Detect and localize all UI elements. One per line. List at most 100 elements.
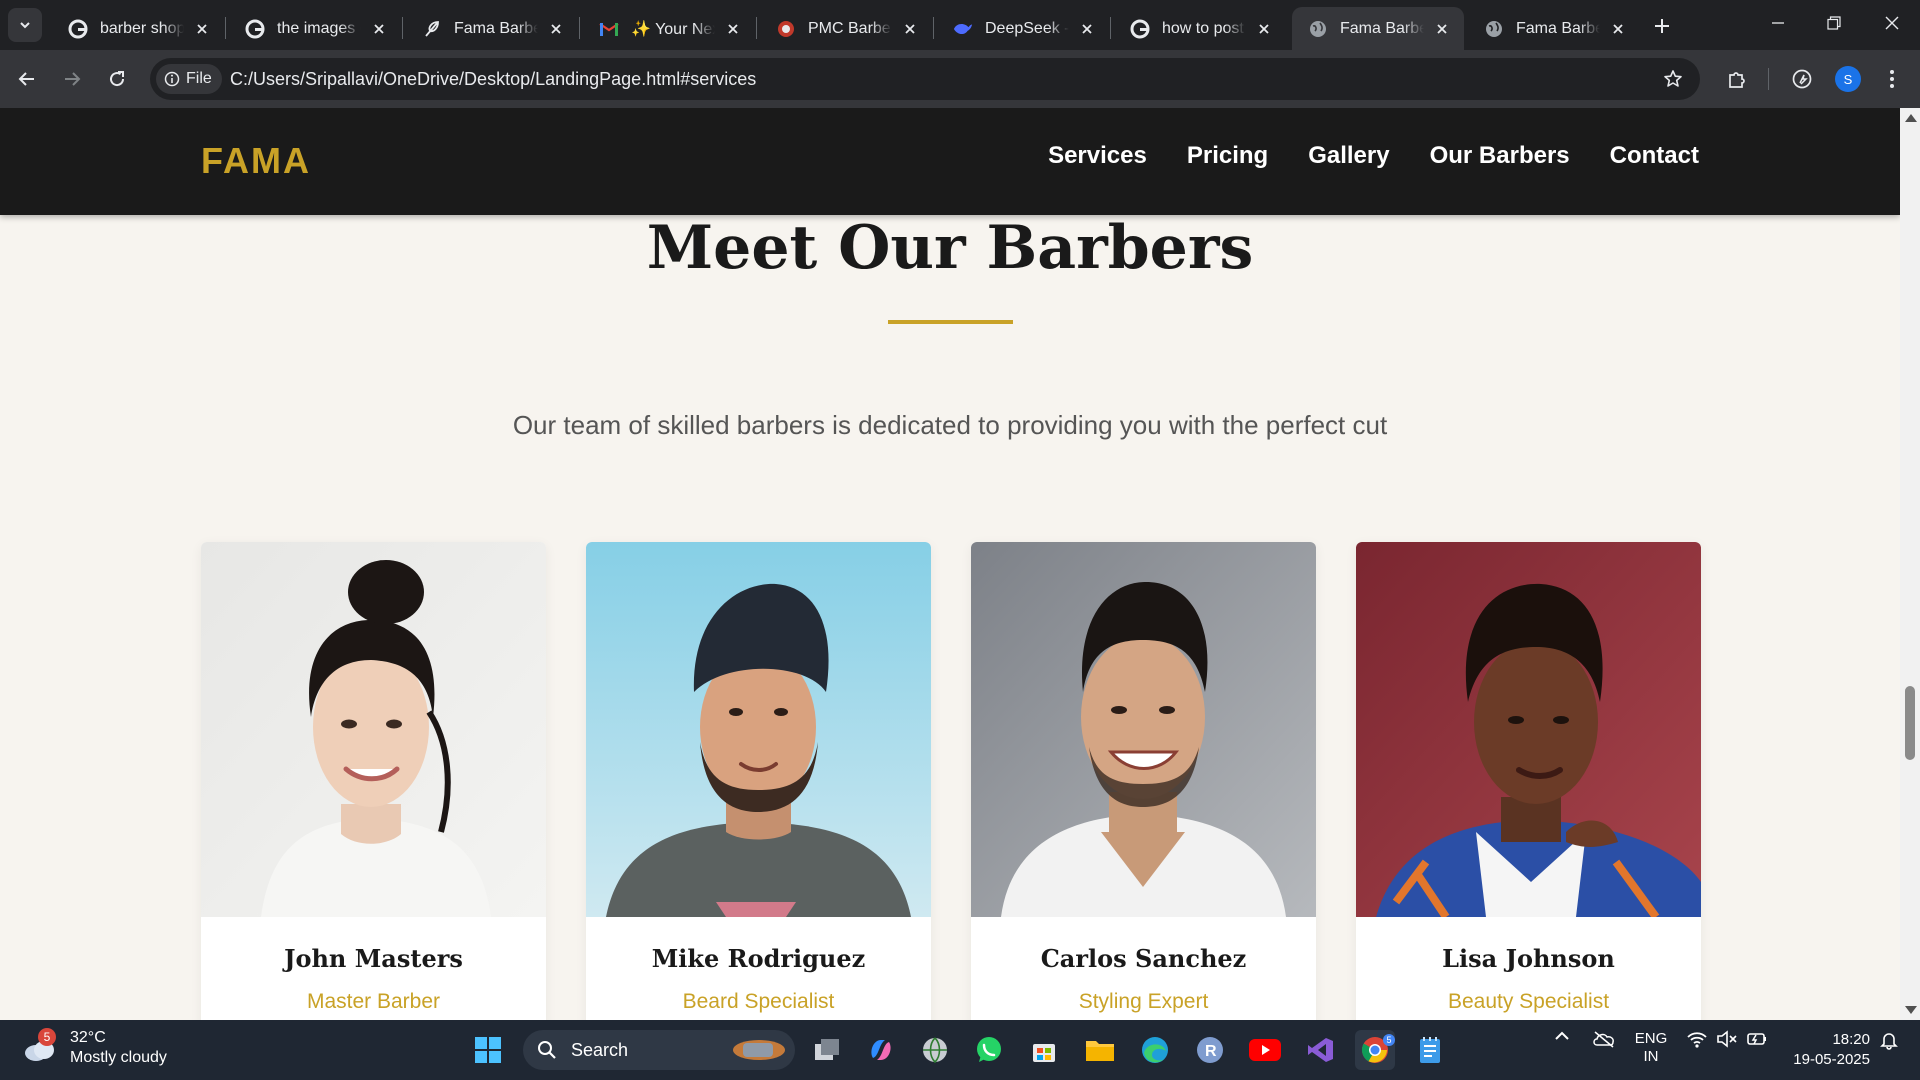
tab[interactable]: DeepSeek - In [937,7,1109,50]
feather-icon [422,19,442,39]
profile-avatar[interactable]: S [1835,66,1861,92]
notifications-button[interactable] [1874,1030,1904,1050]
tab-active[interactable]: Fama Barber [1292,7,1464,50]
barber-photo [201,542,546,917]
performance-button[interactable] [1786,63,1818,95]
deepseek-icon [953,19,973,39]
visual-studio-icon [1308,1038,1333,1062]
tab-title: how to post r [1162,19,1246,37]
barber-card: John Masters Master Barber [201,542,546,1020]
barber-role: Beauty Specialist [1447,990,1610,1013]
site-info-label: File [186,70,212,87]
close-icon[interactable] [1432,19,1452,39]
start-button[interactable] [468,1030,508,1070]
new-tab-button[interactable] [1648,12,1676,40]
site-logo[interactable]: FAMA [201,140,311,182]
tab[interactable]: Fama Barber [1468,7,1640,50]
weather-widget[interactable]: 5 32°C Mostly cloudy [22,1028,167,1068]
nav-link-our-barbers[interactable]: Our Barbers [1430,142,1570,170]
close-icon[interactable] [192,19,212,39]
chrome-app[interactable]: 5 [1355,1030,1395,1070]
forward-button[interactable] [54,61,90,97]
scroll-down-arrow-icon[interactable] [1905,1006,1917,1014]
barber-role: Beard Specialist [682,990,835,1013]
browser-toolbar: File C:/Users/Sripallavi/OneDrive/Deskto… [0,50,1920,108]
copilot-icon [871,1040,891,1060]
whatsapp-app[interactable] [969,1030,1009,1070]
tab-title: PMC Barbershi [808,19,892,37]
tab-separator [225,17,226,39]
language-indicator[interactable]: ENG IN [1628,1030,1674,1066]
extensions-button[interactable] [1721,63,1753,95]
tab[interactable]: how to post r [1114,7,1286,50]
task-view-icon [815,1039,839,1060]
volume-muted-icon [1717,1030,1737,1048]
quick-settings-button[interactable] [1682,1030,1772,1048]
taskbar-clock[interactable]: 18:20 19-05-2025 [1780,1030,1870,1070]
toolbar-separator [1768,68,1769,90]
nav-link-contact[interactable]: Contact [1610,142,1699,170]
file-explorer-app[interactable] [1080,1030,1120,1070]
clock-time: 18:20 [1832,1031,1870,1048]
onedrive-button[interactable] [1588,1030,1620,1048]
address-bar[interactable]: File C:/Users/Sripallavi/OneDrive/Deskto… [150,58,1700,100]
close-icon[interactable] [369,19,389,39]
tab-title: Fama Barber [1516,19,1600,37]
r-app[interactable]: R [1190,1030,1230,1070]
reload-icon [110,71,125,87]
reload-button[interactable] [99,61,135,97]
notepad-app[interactable] [1410,1030,1450,1070]
restore-button[interactable] [1806,0,1862,46]
edge-app[interactable] [1135,1030,1175,1070]
tab[interactable]: PMC Barbershi [760,7,932,50]
speed-icon [1792,69,1812,89]
google-icon [1130,19,1150,39]
google-icon [245,19,265,39]
nav-link-services[interactable]: Services [1048,142,1147,170]
copilot-app[interactable] [861,1030,901,1070]
taskbar-search[interactable]: Search [523,1030,795,1070]
close-icon[interactable] [900,19,920,39]
tab[interactable]: the images of [229,7,401,50]
windows-taskbar: 5 32°C Mostly cloudy Search R 5 ENG IN 1… [0,1020,1920,1080]
tab[interactable]: Fama Barber S [406,7,578,50]
scrollbar-thumb[interactable] [1905,686,1915,760]
close-icon[interactable] [1077,19,1097,39]
tab-separator [933,17,934,39]
plus-icon [1655,19,1669,33]
tab[interactable]: barber shop p [52,7,224,50]
close-icon[interactable] [723,19,743,39]
nav-link-pricing[interactable]: Pricing [1187,142,1268,170]
visual-studio-app[interactable] [1300,1030,1340,1070]
close-icon[interactable] [1608,19,1628,39]
notepad-icon [1420,1037,1440,1063]
barber-photo [971,542,1316,917]
url-text[interactable]: C:/Users/Sripallavi/OneDrive/Desktop/Lan… [230,58,756,100]
back-button[interactable] [9,61,45,97]
task-view-button[interactable] [807,1030,847,1070]
pinned-app[interactable] [915,1030,955,1070]
show-hidden-icons-button[interactable] [1548,1030,1576,1042]
tab-title: the images of [277,19,361,37]
close-icon[interactable] [546,19,566,39]
page-viewport: FAMA Services Pricing Gallery Our Barber… [0,108,1900,1020]
bookmark-button[interactable] [1660,66,1686,92]
page-scrollbar[interactable] [1900,108,1920,1020]
scroll-up-arrow-icon[interactable] [1905,114,1917,122]
bell-icon [1880,1033,1898,1050]
store-app[interactable] [1024,1030,1064,1070]
youtube-app[interactable] [1245,1030,1285,1070]
nav-link-gallery[interactable]: Gallery [1308,142,1389,170]
chevron-up-icon [1555,1031,1569,1040]
close-window-button[interactable] [1864,0,1920,46]
barber-role: Styling Expert [1078,990,1209,1013]
globe-app-icon [923,1037,947,1064]
menu-button[interactable] [1876,63,1908,95]
site-info-chip[interactable]: File [156,64,222,94]
barber-name: John Masters [284,944,463,973]
minimize-button[interactable] [1750,0,1806,46]
close-icon[interactable] [1254,19,1274,39]
r-icon: R [1197,1037,1223,1063]
tab-search-button[interactable] [8,8,42,42]
tab[interactable]: ✨ Your Next [583,7,755,50]
